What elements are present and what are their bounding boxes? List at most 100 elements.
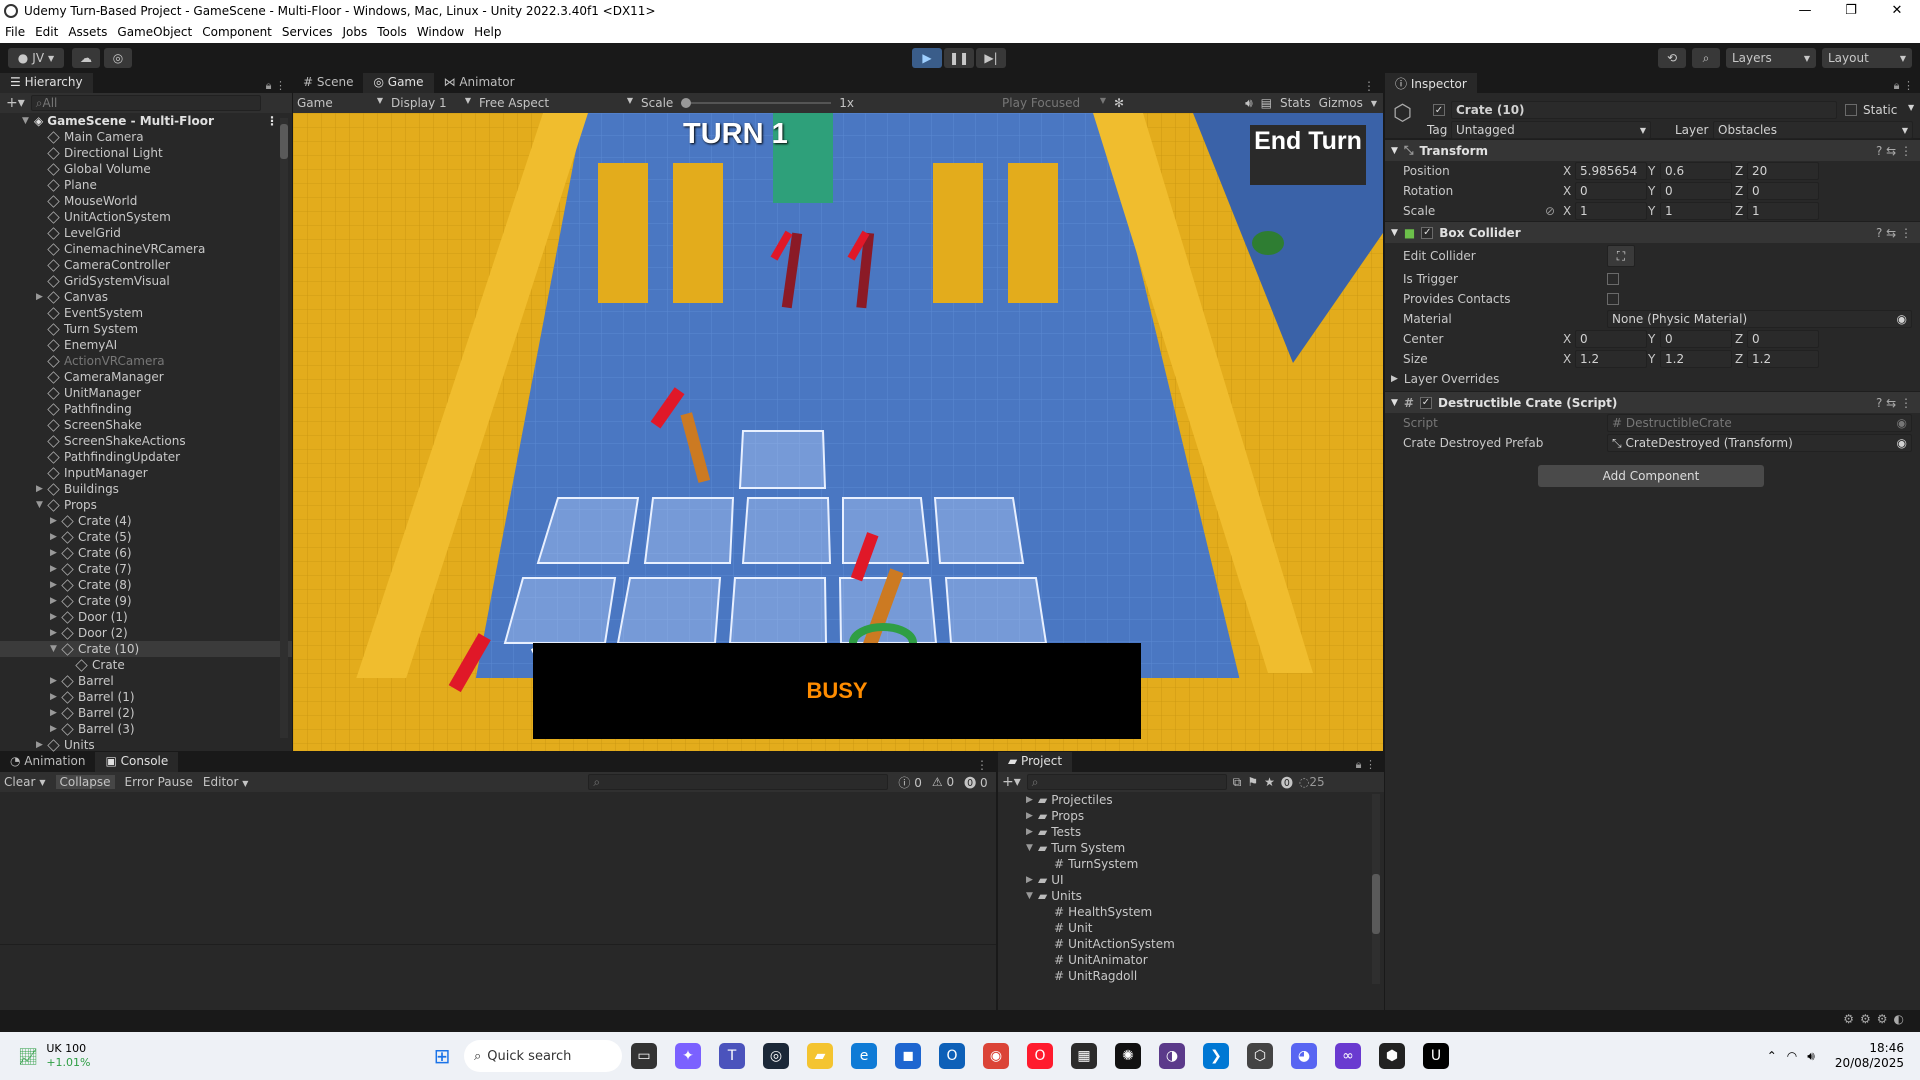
hierarchy-item[interactable]: MouseWorld [0, 193, 292, 209]
project-item[interactable]: ▶ ▰ Tests [998, 824, 1384, 840]
layers-dropdown[interactable]: Layers ▼ [1726, 48, 1816, 68]
add-object-button[interactable]: +▾ [6, 95, 25, 111]
collapse-toggle[interactable]: Collapse [55, 775, 115, 789]
hierarchy-item[interactable]: EventSystem [0, 305, 292, 321]
bug-icon[interactable]: ✻ [1114, 96, 1124, 110]
wifi-icon[interactable]: ◠ [1787, 1049, 1797, 1063]
tab-inspector[interactable]: ⓘ Inspector [1385, 73, 1477, 93]
error-pause-toggle[interactable]: Error Pause [125, 775, 193, 789]
add-component-button[interactable]: Add Component [1538, 465, 1764, 487]
hierarchy-item[interactable]: LevelGrid [0, 225, 292, 241]
provides-contacts-checkbox[interactable] [1607, 293, 1619, 305]
tab-project[interactable]: ▰ Project [998, 752, 1073, 772]
menu-gameobject[interactable]: GameObject [112, 25, 197, 39]
axis-y-field[interactable]: 0 [1660, 330, 1732, 348]
box-collider-enabled-checkbox[interactable]: ✓ [1421, 226, 1434, 239]
hierarchy-item[interactable]: ▶ Barrel [0, 673, 292, 689]
project-search-input[interactable]: ⌕ [1026, 774, 1227, 790]
expand-arrow-icon[interactable]: ▶ [1026, 875, 1038, 885]
close-button[interactable]: ✕ [1874, 3, 1920, 18]
expand-arrow-icon[interactable]: ▶ [1026, 795, 1038, 805]
github-desktop-icon[interactable]: ◑ [1159, 1043, 1185, 1069]
steam-icon[interactable]: ◎ [763, 1043, 789, 1069]
object-name-field[interactable]: Crate (10) [1451, 101, 1837, 119]
component-menu-icon[interactable]: ? ⇆ ⋮ [1876, 396, 1912, 410]
hierarchy-item[interactable]: EnemyAI [0, 337, 292, 353]
file-explorer-icon[interactable]: ▰ [807, 1043, 833, 1069]
hierarchy-item[interactable]: ▼ Crate (10) [0, 641, 292, 657]
hierarchy-item[interactable]: Directional Light [0, 145, 292, 161]
step-button[interactable]: ▶| [976, 48, 1006, 68]
chatgpt-icon[interactable]: ✺ [1115, 1043, 1141, 1069]
static-dropdown-arrow[interactable]: ▼ [1908, 103, 1914, 112]
hierarchy-item[interactable]: ▶ Door (1) [0, 609, 292, 625]
task-view-icon[interactable]: ▭ [631, 1043, 657, 1069]
tab-console[interactable]: ▣ Console [95, 752, 179, 772]
unity-editor-icon[interactable]: ⬢ [1379, 1043, 1405, 1069]
expand-arrow-icon[interactable]: ▶ [1026, 827, 1038, 837]
project-item[interactable]: # TurnSystem [998, 856, 1384, 872]
hierarchy-item[interactable]: UnitManager [0, 385, 292, 401]
error-count-toggle[interactable]: ⓿ 0 [964, 774, 987, 791]
axis-y-field[interactable]: 1.2 [1660, 350, 1732, 368]
edge-icon[interactable]: e [851, 1043, 877, 1069]
script-enabled-checkbox[interactable]: ✓ [1419, 396, 1432, 409]
project-item[interactable]: ▶ ▰ UI [998, 872, 1384, 888]
project-lock-icon[interactable]: 🔒︎ ⋮ [1356, 758, 1376, 772]
quick-search-box[interactable]: ⌕ Quick search [464, 1040, 622, 1072]
hierarchy-item[interactable]: ▶ Barrel (1) [0, 689, 292, 705]
layer-dropdown[interactable]: Obstacles ▼ [1713, 121, 1913, 139]
play-button[interactable]: ▶ [912, 48, 942, 68]
destructible-crate-header[interactable]: ▼ # ✓ Destructible Crate (Script) ? ⇆ ⋮ [1385, 391, 1920, 413]
menu-file[interactable]: File [0, 25, 30, 39]
expand-arrow-icon[interactable]: ▼ [1026, 891, 1038, 901]
hierarchy-item[interactable]: CinemachineVRCamera [0, 241, 292, 257]
edit-collider-button[interactable]: ⛶ [1607, 245, 1635, 267]
hierarchy-item[interactable]: Main Camera [0, 129, 292, 145]
menu-assets[interactable]: Assets [63, 25, 112, 39]
play-focused-dropdown[interactable]: Play Focused ▼ [1002, 96, 1106, 110]
axis-z-field[interactable]: 1 [1747, 202, 1819, 220]
menu-help[interactable]: Help [469, 25, 506, 39]
project-item[interactable]: ▼ ▰ Units [998, 888, 1384, 904]
hierarchy-item[interactable]: ▶ Barrel (3) [0, 721, 292, 737]
expand-arrow-icon[interactable]: ▶ [1026, 811, 1038, 821]
tab-animation[interactable]: ◔ Animation [0, 752, 95, 772]
hierarchy-item[interactable]: Plane [0, 177, 292, 193]
discord-icon[interactable]: ◕ [1291, 1043, 1317, 1069]
tab-hierarchy[interactable]: ☰ Hierarchy [0, 73, 93, 93]
chrome-icon[interactable]: ◉ [983, 1043, 1009, 1069]
layer-overrides-row[interactable]: ▶ Layer Overrides [1385, 369, 1920, 389]
clear-dropdown-arrow[interactable]: ▼ [39, 778, 45, 787]
hierarchy-item[interactable]: ▶ Crate (9) [0, 593, 292, 609]
axis-z-field[interactable]: 0 [1747, 182, 1819, 200]
menu-jobs[interactable]: Jobs [338, 25, 373, 39]
hierarchy-item[interactable]: ▶ Buildings [0, 481, 292, 497]
hierarchy-item[interactable]: ▶ Crate (4) [0, 513, 292, 529]
project-scroll-thumb[interactable] [1372, 874, 1380, 934]
hierarchy-item[interactable]: ▶ Crate (5) [0, 529, 292, 545]
store-icon[interactable]: ◼ [895, 1043, 921, 1069]
warning-count-toggle[interactable]: ⚠ 0 [932, 775, 954, 789]
account-dropdown[interactable]: ● JV ▼ [8, 48, 64, 68]
search-button[interactable]: ⌕ [1692, 48, 1720, 68]
vscode-icon[interactable]: ❯ [1203, 1043, 1229, 1069]
hierarchy-item[interactable]: Turn System [0, 321, 292, 337]
stock-widget[interactable]: 📈︎ UK 100 +1.01% [18, 1042, 118, 1070]
axis-z-field[interactable]: 0 [1747, 330, 1819, 348]
gizmos-dropdown-arrow[interactable]: ▼ [1371, 99, 1377, 108]
stats-button[interactable]: Stats [1280, 96, 1311, 110]
axis-x-field[interactable]: 5.985654 [1575, 162, 1647, 180]
hierarchy-item[interactable]: ▶ Barrel (2) [0, 705, 292, 721]
project-item[interactable]: # UnitRagdollSpawner [998, 984, 1384, 986]
project-scrollbar[interactable] [1372, 794, 1380, 984]
opera-icon[interactable]: O [1027, 1043, 1053, 1069]
axis-z-field[interactable]: 20 [1747, 162, 1819, 180]
hierarchy-item[interactable]: CameraManager [0, 369, 292, 385]
project-item[interactable]: ▶ ▰ Projectiles [998, 792, 1384, 808]
inspector-lock-icon[interactable]: 🔒︎ ⋮ [1894, 79, 1914, 93]
maximize-button[interactable]: ❐ [1828, 3, 1874, 18]
project-item[interactable]: # UnitRagdoll [998, 968, 1384, 984]
mute-audio-icon[interactable]: 🔊︎ [1245, 96, 1253, 111]
project-item[interactable]: # UnitAnimator [998, 952, 1384, 968]
